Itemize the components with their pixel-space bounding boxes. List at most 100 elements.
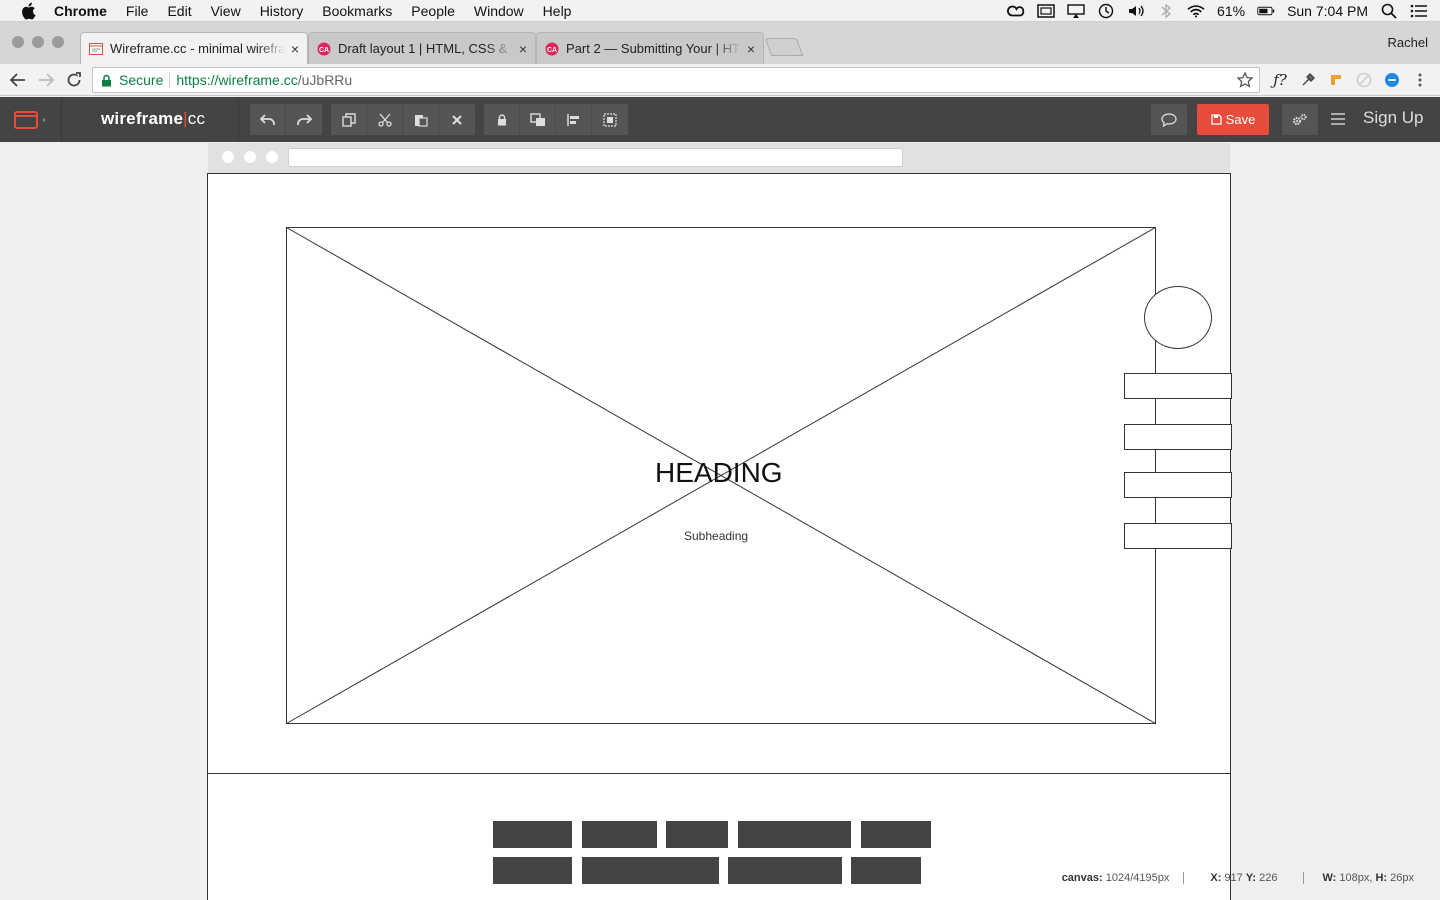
menu-help[interactable]: Help [543,3,572,19]
battery-icon[interactable] [1257,4,1275,18]
new-tab-button[interactable] [764,38,804,56]
browser-tab-strip: Wireframe.cc - minimal wireframing tool … [0,22,1440,64]
tab-close-icon[interactable]: × [291,41,299,57]
footer-link-block[interactable] [738,821,851,848]
reload-icon[interactable] [64,70,84,90]
tab-close-icon[interactable]: × [519,41,527,57]
tab-title: Part 2 — Submitting Your | HTML [566,41,741,56]
close-window-button[interactable] [12,36,24,48]
save-button[interactable]: Save [1197,104,1269,135]
hamburger-menu-button[interactable] [1331,109,1347,129]
tab-wireframe[interactable]: Wireframe.cc - minimal wireframing tool … [80,32,308,64]
profile-name[interactable]: Rachel [1388,35,1428,50]
menu-bookmarks[interactable]: Bookmarks [322,3,392,19]
svg-text:CA: CA [319,47,329,54]
delete-button[interactable] [439,104,475,135]
nav-item-box[interactable] [1124,523,1232,549]
menu-view[interactable]: View [211,3,241,19]
wireframe-subheading[interactable]: Subheading [684,529,748,543]
wireframe-favicon-icon [89,42,103,56]
wireframe-heading[interactable]: HEADING [655,457,783,489]
menu-edit[interactable]: Edit [167,3,191,19]
canvas-status-bar: canvas: 1024/4195px X: 917 Y: 226 W: 108… [1048,872,1414,884]
volume-icon[interactable] [1127,4,1145,18]
tab-part-2[interactable]: CA Part 2 — Submitting Your | HTML × [536,32,764,64]
chrome-menu-icon[interactable] [1410,70,1430,90]
clock[interactable]: Sun 7:04 PM [1287,3,1368,19]
history-button-group [250,104,322,135]
font-ext-icon[interactable]: ƒ? [1270,70,1290,90]
footer-link-block[interactable] [861,821,931,848]
align-button[interactable] [556,104,592,135]
footer-link-block[interactable] [582,821,657,848]
apple-icon[interactable] [20,2,38,20]
save-label: Save [1225,112,1256,127]
sign-up-link[interactable]: Sign Up [1363,108,1423,128]
footer-link-block[interactable] [666,821,728,848]
menu-history[interactable]: History [260,3,304,19]
element-size-readout: W: 108px, H: 26px [1322,872,1414,884]
airplay-icon[interactable] [1067,4,1085,18]
codecademy-favicon-icon: CA [317,42,331,56]
footer-link-block[interactable] [493,857,572,884]
footer-link-block[interactable] [582,857,719,884]
browser-frame-icon [13,110,46,129]
mock-dot [244,151,256,163]
spotlight-search-icon[interactable] [1380,3,1398,19]
settings-button[interactable] [1282,104,1318,135]
speech-bubble-icon [1161,112,1177,127]
nav-item-box[interactable] [1124,424,1232,450]
floppy-disk-icon [1211,114,1222,125]
creative-cloud-icon[interactable] [1007,4,1025,18]
group-button[interactable] [592,104,628,135]
ruler-ext-icon[interactable] [1326,70,1346,90]
brand-cc: cc [187,109,206,128]
secure-label[interactable]: Secure [119,72,163,88]
nav-item-box[interactable] [1124,472,1232,498]
bluetooth-icon[interactable] [1157,3,1175,19]
footer-link-block[interactable] [728,857,842,884]
footer-link-block[interactable] [851,857,921,884]
menu-file[interactable]: File [126,3,149,19]
minimize-window-button[interactable] [32,36,44,48]
menu-window[interactable]: Window [474,3,524,19]
undo-icon [259,113,275,125]
bring-forward-button[interactable] [520,104,556,135]
back-arrow-icon[interactable] [8,70,28,90]
footer-link-block[interactable] [493,821,572,848]
tab-close-icon[interactable]: × [747,41,755,57]
eyedropper-ext-icon[interactable] [1298,70,1318,90]
bookmark-star-icon[interactable] [1236,71,1254,88]
nav-item-box[interactable] [1124,373,1232,399]
copy-icon [341,112,356,127]
mock-window-dots [222,151,278,163]
logo-circle-shape[interactable] [1144,286,1212,349]
menu-people[interactable]: People [411,3,455,19]
align-left-icon [566,113,579,126]
tab-title: Wireframe.cc - minimal wireframing tool [110,41,285,56]
wifi-icon[interactable] [1187,4,1205,18]
lock-icon[interactable] [101,73,113,87]
lock-element-button[interactable] [484,104,520,135]
page-menu-button[interactable] [0,97,62,142]
brand-logo[interactable]: wireframe|cc [101,109,205,129]
forward-arrow-icon[interactable] [36,70,56,90]
window-icon[interactable] [1037,4,1055,18]
paste-button[interactable] [403,104,439,135]
disabled-ext-icon[interactable] [1354,70,1374,90]
copy-button[interactable] [331,104,367,135]
comment-button[interactable] [1151,104,1187,135]
tab-draft-layout[interactable]: CA Draft layout 1 | HTML, CSS & Web × [308,32,536,64]
cut-button[interactable] [367,104,403,135]
zoom-window-button[interactable] [52,36,64,48]
scissors-icon [377,113,392,127]
menu-app-name[interactable]: Chrome [54,3,107,19]
redo-button[interactable] [286,104,322,135]
address-bar[interactable]: Secure https://wireframe.cc /uJbRRu [92,67,1260,93]
wireframe-artboard[interactable]: HEADING Subheading [207,173,1232,900]
undo-button[interactable] [250,104,286,135]
time-machine-icon[interactable] [1097,3,1115,19]
chat-ext-icon[interactable] [1382,70,1402,90]
battery-percent: 61% [1217,3,1246,19]
notification-center-icon[interactable] [1410,4,1428,18]
